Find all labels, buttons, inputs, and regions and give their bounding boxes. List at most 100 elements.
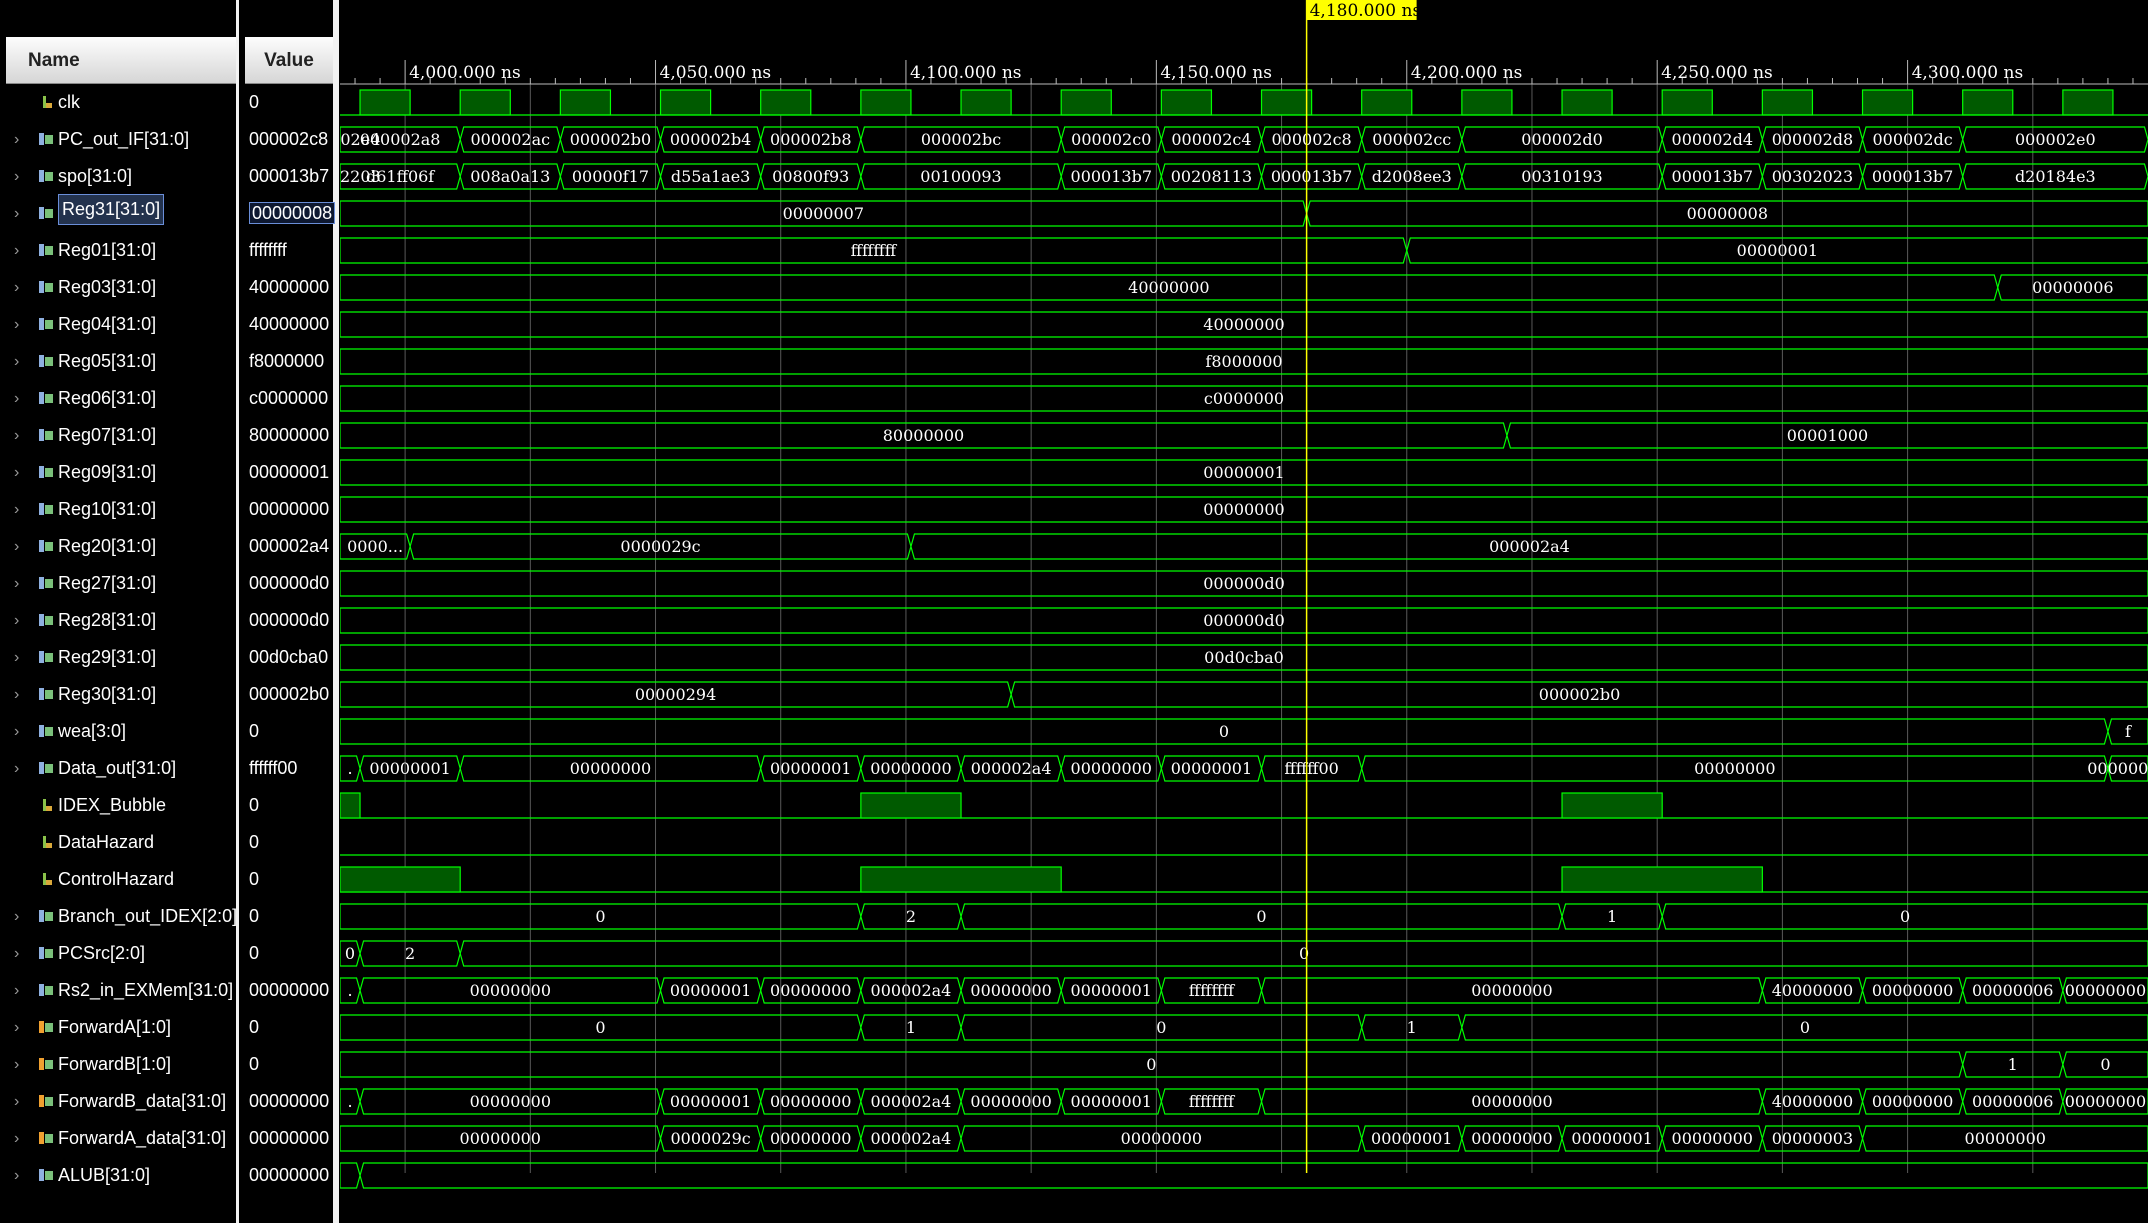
- bus-value-label: 000013b7: [1071, 167, 1153, 186]
- signal-row[interactable]: › ALUB[31:0]: [0, 1157, 236, 1194]
- expand-chevron-icon[interactable]: ›: [14, 898, 19, 935]
- signal-name: ALUB[31:0]: [58, 1165, 151, 1185]
- signal-row[interactable]: › Reg31[31:0]: [0, 194, 236, 232]
- expand-chevron-icon[interactable]: ›: [14, 269, 19, 306]
- bus-value-label: 2: [405, 944, 415, 963]
- bit-high-pulse: [1561, 866, 1763, 893]
- signal-value: 00d0cba0: [247, 639, 335, 676]
- signal-row[interactable]: › wea[3:0]: [0, 713, 236, 750]
- signal-row[interactable]: › Reg09[31:0]: [0, 454, 236, 491]
- signal-row[interactable]: › ForwardA_data[31:0]: [0, 1120, 236, 1157]
- signal-row[interactable]: › Reg06[31:0]: [0, 380, 236, 417]
- signal-name: Reg29[31:0]: [58, 647, 157, 667]
- bus-signal-icon: [39, 947, 53, 959]
- signal-value-text: ffffff00: [249, 758, 298, 778]
- signal-row[interactable]: › Reg10[31:0]: [0, 491, 236, 528]
- signal-row[interactable]: › Reg28[31:0]: [0, 602, 236, 639]
- expand-chevron-icon[interactable]: ›: [14, 491, 19, 528]
- signal-row[interactable]: DataHazard: [0, 824, 236, 861]
- bus-value-label: 00000001: [1171, 759, 1252, 778]
- signal-value-text: 000002c8: [249, 129, 329, 149]
- signal-value: 0: [247, 1046, 335, 1083]
- signal-row[interactable]: › spo[31:0]: [0, 158, 236, 195]
- signal-row[interactable]: ControlHazard: [0, 861, 236, 898]
- expand-chevron-icon[interactable]: ›: [14, 972, 19, 1009]
- expand-chevron-icon[interactable]: ›: [14, 935, 19, 972]
- bus-value-label: 000002a4: [871, 1129, 952, 1148]
- signal-value: 0: [247, 84, 335, 121]
- bus-signal-icon: [39, 503, 53, 515]
- signal-row[interactable]: › Reg29[31:0]: [0, 639, 236, 676]
- expand-chevron-icon[interactable]: ›: [14, 565, 19, 602]
- signal-row[interactable]: › Reg27[31:0]: [0, 565, 236, 602]
- expand-chevron-icon[interactable]: ›: [14, 1083, 19, 1120]
- bus-value-label: 00000006: [2087, 759, 2148, 778]
- signal-row[interactable]: IDEX_Bubble: [0, 787, 236, 824]
- bus-signal-icon: [39, 1169, 53, 1181]
- signal-value-text: 00000001: [249, 462, 330, 482]
- signal-value-text: 0: [249, 869, 260, 889]
- name-column-header[interactable]: Name: [6, 37, 236, 84]
- clock-high-pulse: [1461, 89, 1513, 116]
- expand-chevron-icon[interactable]: ›: [14, 1120, 19, 1157]
- time-ruler[interactable]: 4,000.000 ns 4,050.000 ns 4,100.000 ns 4,15…: [340, 60, 2148, 85]
- expand-chevron-icon[interactable]: ›: [14, 1009, 19, 1046]
- signal-row[interactable]: › Reg05[31:0]: [0, 343, 236, 380]
- signal-value-text: 80000000: [249, 425, 330, 445]
- signal-row[interactable]: › Branch_out_IDEX[2:0]: [0, 898, 237, 935]
- signal-row[interactable]: › PC_out_IF[31:0]: [0, 121, 236, 158]
- expand-chevron-icon[interactable]: ›: [14, 1046, 19, 1083]
- signal-row[interactable]: › Rs2_in_EXMem[31:0]: [0, 972, 236, 1009]
- bus-value-label: 000002cc: [1372, 130, 1451, 149]
- bus-fwd-icon: [39, 1058, 53, 1070]
- bus-signal-icon: [39, 207, 53, 219]
- expand-chevron-icon[interactable]: ›: [14, 750, 19, 787]
- signal-row[interactable]: › Reg07[31:0]: [0, 417, 236, 454]
- expand-chevron-icon[interactable]: ›: [14, 528, 19, 565]
- expand-chevron-icon[interactable]: ›: [14, 232, 19, 269]
- signal-row[interactable]: › Reg01[31:0]: [0, 232, 236, 269]
- expand-chevron-icon[interactable]: ›: [14, 602, 19, 639]
- bus-value-label: 00000001: [670, 981, 751, 1000]
- expand-chevron-icon[interactable]: ›: [14, 713, 19, 750]
- bit-high-pulse: [860, 866, 1062, 893]
- signal-row[interactable]: › ForwardB[1:0]: [0, 1046, 236, 1083]
- bus-value-label: 0: [1156, 1018, 1166, 1037]
- signal-name: Reg31[31:0]: [58, 194, 165, 225]
- expand-chevron-icon[interactable]: ›: [14, 121, 19, 158]
- bit-high-pulse: [1561, 792, 1663, 819]
- bus-value-label: 00000000: [970, 1092, 1051, 1111]
- signal-name: ForwardB_data[31:0]: [58, 1091, 227, 1111]
- expand-chevron-icon[interactable]: ›: [14, 158, 19, 195]
- bus-value-label: 1: [1607, 907, 1617, 926]
- bus-value-label: 0: [345, 944, 355, 963]
- expand-chevron-icon[interactable]: ›: [14, 417, 19, 454]
- expand-chevron-icon[interactable]: ›: [14, 195, 19, 232]
- signal-value-text: 000013b7: [249, 166, 330, 186]
- expand-chevron-icon[interactable]: ›: [14, 380, 19, 417]
- signal-row[interactable]: › Reg30[31:0]: [0, 676, 236, 713]
- signal-value: 0: [247, 861, 335, 898]
- expand-chevron-icon[interactable]: ›: [14, 676, 19, 713]
- signal-row[interactable]: › Reg03[31:0]: [0, 269, 236, 306]
- waveform-canvas[interactable]: 4,000.000 ns 4,050.000 ns 4,100.000 ns 4,15…: [340, 0, 2148, 1223]
- bus-value-label: f8000000: [1205, 352, 1282, 371]
- expand-chevron-icon[interactable]: ›: [14, 343, 19, 380]
- value-column-header[interactable]: Value: [245, 37, 333, 84]
- clock-high-pulse: [1561, 89, 1613, 116]
- expand-chevron-icon[interactable]: ›: [14, 639, 19, 676]
- signal-row[interactable]: clk: [0, 84, 236, 121]
- expand-chevron-icon[interactable]: ›: [14, 1157, 19, 1194]
- signal-row[interactable]: › ForwardB_data[31:0]: [0, 1083, 236, 1120]
- bus-value-label: 000002ac: [470, 130, 550, 149]
- signal-value-text: 0: [249, 795, 260, 815]
- signal-row[interactable]: › Reg04[31:0]: [0, 306, 236, 343]
- bus-value-label: 00001000: [1787, 426, 1868, 445]
- signal-row[interactable]: › ForwardA[1:0]: [0, 1009, 236, 1046]
- expand-chevron-icon[interactable]: ›: [14, 306, 19, 343]
- expand-chevron-icon[interactable]: ›: [14, 454, 19, 491]
- bus-value-label: 1: [906, 1018, 916, 1037]
- signal-row[interactable]: › PCSrc[2:0]: [0, 935, 236, 972]
- signal-row[interactable]: › Data_out[31:0]: [0, 750, 236, 787]
- signal-row[interactable]: › Reg20[31:0]: [0, 528, 236, 565]
